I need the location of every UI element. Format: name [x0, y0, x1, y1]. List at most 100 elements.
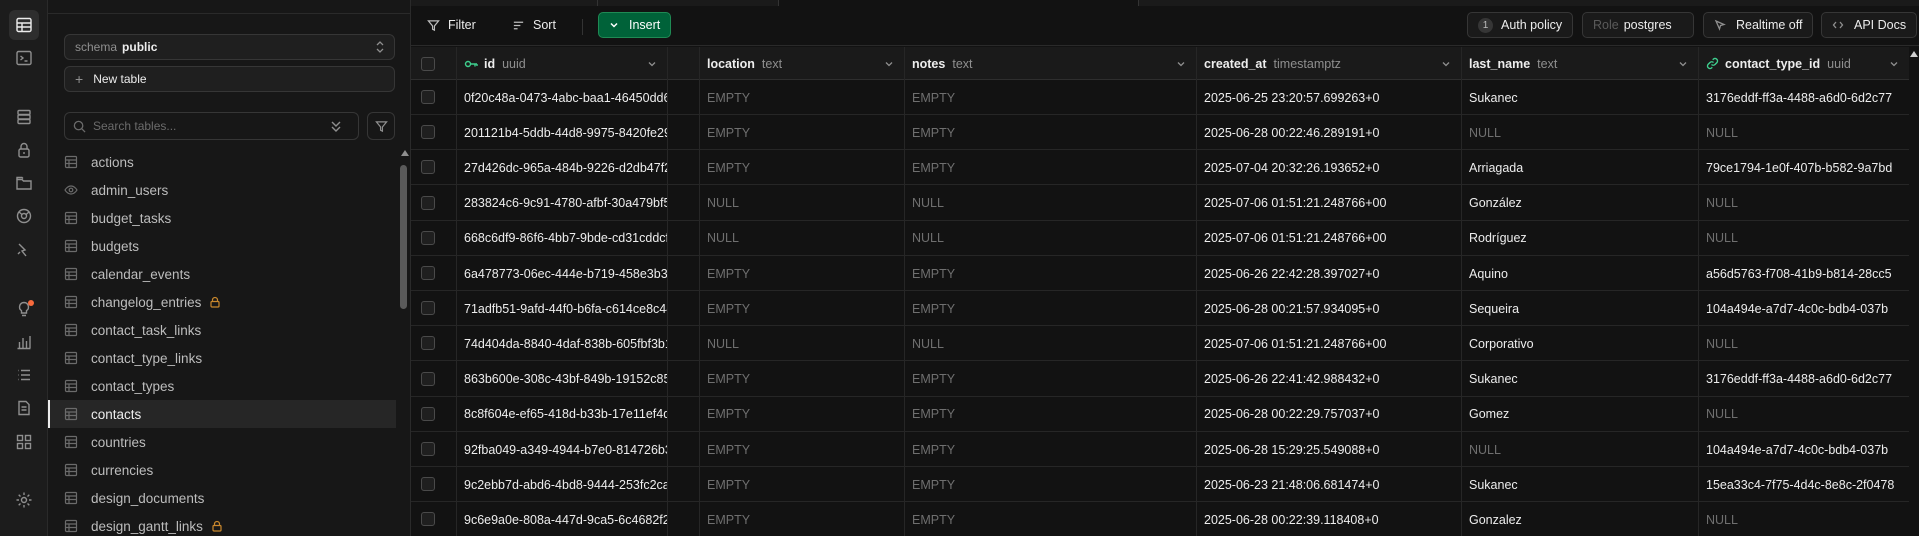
table-cell[interactable]: NULL [1698, 502, 1909, 536]
filter-tables-button[interactable] [367, 112, 395, 140]
table-row[interactable]: 0f20c48a-0473-4abc-baa1-46450dd68f8 EMPTY… [411, 80, 1909, 115]
row-checkbox[interactable] [421, 160, 435, 175]
table-cell[interactable]: 92fba049-a349-4944-b7e0-814726b31797 [456, 432, 667, 467]
table-cell[interactable]: Gonzalez [1461, 502, 1698, 536]
table-cell[interactable]: 2025-07-04 20:32:26.193652+0 [1196, 150, 1461, 185]
auth-icon[interactable] [9, 135, 39, 165]
table-cell[interactable]: González [1461, 186, 1698, 221]
table-cell[interactable]: NULL [1698, 186, 1909, 221]
table-cell[interactable]: EMPTY [699, 502, 904, 536]
table-cell[interactable]: 9c6e9a0e-808a-447d-9ca5-6c4682f261e [456, 502, 667, 536]
table-cell[interactable]: 2025-07-06 01:51:21.248766+00 [1196, 186, 1461, 221]
table-row[interactable]: 9c6e9a0e-808a-447d-9ca5-6c4682f261e EMPTY… [411, 502, 1909, 536]
table-cell[interactable]: 2025-06-23 21:48:06.681474+0 [1196, 467, 1461, 502]
grid-scrollbar[interactable] [1909, 47, 1919, 536]
table-cell[interactable]: 71adfb51-9afd-44f0-b6fa-c614ce8c44b0 [456, 291, 667, 326]
table-cell[interactable]: 6a478773-06ec-444e-b719-458e3b35bcb [456, 256, 667, 291]
row-checkbox[interactable] [421, 90, 435, 104]
sidebar-table-item[interactable]: calendar_events [48, 260, 396, 288]
sidebar-table-item[interactable]: contact_type_links [48, 344, 396, 372]
table-cell[interactable]: EMPTY [904, 256, 1196, 291]
table-cell[interactable]: NULL [699, 186, 904, 221]
table-cell[interactable]: EMPTY [699, 150, 904, 185]
sidebar-scrollbar[interactable] [399, 150, 409, 536]
sidebar-table-item[interactable]: countries [48, 428, 396, 456]
table-row[interactable]: 283824c6-9c91-4780-afbf-30a479bf58fd NULL… [411, 186, 1909, 221]
table-cell[interactable]: 863b600e-308c-43bf-849b-19152c85b30 [456, 362, 667, 397]
table-cell[interactable]: NULL [904, 326, 1196, 361]
table-cell[interactable]: 0f20c48a-0473-4abc-baa1-46450dd68f8 [456, 80, 667, 115]
table-cell[interactable]: 2025-06-25 23:20:57.699263+0 [1196, 80, 1461, 115]
table-cell[interactable]: EMPTY [904, 80, 1196, 115]
table-cell[interactable]: 2025-06-28 00:21:57.934095+0 [1196, 291, 1461, 326]
column-header-location[interactable]: location text [699, 47, 904, 80]
table-cell[interactable]: NULL [1698, 115, 1909, 150]
sidebar-table-item[interactable]: changelog_entries [48, 288, 396, 316]
table-cell[interactable]: 201121b4-5ddb-44d8-9975-8420fe299568 [456, 115, 667, 150]
table-cell[interactable]: EMPTY [699, 115, 904, 150]
row-checkbox[interactable] [421, 442, 435, 456]
table-cell[interactable]: Sequeira [1461, 291, 1698, 326]
schema-select[interactable]: schema public [64, 34, 395, 60]
row-checkbox[interactable] [421, 230, 435, 245]
insert-button[interactable]: Insert [598, 12, 671, 38]
table-row[interactable]: 6a478773-06ec-444e-b719-458e3b35bcb EMPTY… [411, 256, 1909, 291]
table-cell[interactable]: Rodríguez [1461, 221, 1698, 256]
edge-functions-icon[interactable] [9, 235, 39, 265]
chevron-down-icon[interactable] [1441, 59, 1451, 69]
table-cell[interactable]: Aquino [1461, 256, 1698, 291]
auth-policy-button[interactable]: 1 Auth policy [1467, 12, 1574, 38]
sidebar-table-item[interactable]: admin_users [48, 176, 396, 204]
table-cell[interactable]: EMPTY [699, 256, 904, 291]
sql-editor-icon[interactable] [9, 43, 39, 73]
row-checkbox[interactable] [421, 477, 435, 492]
column-header-contact_type_id[interactable]: contact_type_id uuid [1698, 47, 1909, 80]
chevron-down-icon[interactable] [1176, 59, 1186, 69]
row-checkbox[interactable] [421, 371, 435, 386]
table-cell[interactable]: EMPTY [904, 397, 1196, 432]
scroll-thumb[interactable] [400, 165, 407, 309]
table-cell[interactable]: EMPTY [904, 467, 1196, 502]
table-row[interactable]: 668c6df9-86f6-4bb7-9bde-cd31cddcf942 NULL… [411, 221, 1909, 256]
table-cell[interactable]: 2025-06-28 00:22:39.118408+0 [1196, 502, 1461, 536]
column-header-notes[interactable]: notes text [904, 47, 1196, 80]
table-cell[interactable]: Sukanec [1461, 362, 1698, 397]
column-header-id[interactable]: id uuid [456, 47, 667, 80]
table-cell[interactable]: a56d5763-f708-41b9-b814-28cc5 [1698, 256, 1909, 291]
reports-icon[interactable] [9, 327, 39, 357]
table-cell[interactable]: 668c6df9-86f6-4bb7-9bde-cd31cddcf942 [456, 221, 667, 256]
table-cell[interactable]: 27d426dc-965a-484b-9226-d2db47f2ad8 [456, 150, 667, 185]
sidebar-table-item[interactable]: budget_tasks [48, 204, 396, 232]
table-cell[interactable]: NULL [1461, 115, 1698, 150]
table-cell[interactable]: 3176eddf-ff3a-4488-a6d0-6d2c77 [1698, 362, 1909, 397]
sidebar-table-item[interactable]: actions [48, 148, 396, 176]
table-cell[interactable]: 2025-06-26 22:42:28.397027+0 [1196, 256, 1461, 291]
table-cell[interactable]: 2025-06-28 15:29:25.549088+0 [1196, 432, 1461, 467]
database-icon[interactable] [9, 102, 39, 132]
table-editor-icon[interactable] [9, 10, 39, 40]
column-header-created_at[interactable]: created_at timestamptz [1196, 47, 1461, 80]
table-cell[interactable]: NULL [1698, 326, 1909, 361]
table-cell[interactable]: 2025-06-28 00:22:29.757037+0 [1196, 397, 1461, 432]
search-tables-input[interactable]: Search tables... [64, 112, 359, 140]
table-cell[interactable]: 2025-07-06 01:51:21.248766+00 [1196, 221, 1461, 256]
table-cell[interactable]: 283824c6-9c91-4780-afbf-30a479bf58fd [456, 186, 667, 221]
table-cell[interactable]: EMPTY [904, 502, 1196, 536]
storage-icon[interactable] [9, 168, 39, 198]
row-checkbox[interactable] [421, 512, 435, 527]
table-row[interactable]: 8c8f604e-ef65-418d-b33b-17e11ef4d4c4 EMPT… [411, 397, 1909, 432]
chevron-down-icon[interactable] [647, 59, 657, 69]
table-cell[interactable]: 79ce1794-1e0f-407b-b582-9a7bd [1698, 150, 1909, 185]
table-row[interactable]: 74d404da-8840-4daf-838b-605fbf3b11dd NULL… [411, 326, 1909, 362]
row-checkbox[interactable] [421, 195, 435, 210]
table-cell[interactable]: 104a494e-a7d7-4c0c-bdb4-037b [1698, 291, 1909, 326]
table-cell[interactable]: EMPTY [699, 432, 904, 467]
filter-button[interactable]: Filter [419, 12, 484, 38]
realtime-icon[interactable] [9, 201, 39, 231]
table-cell[interactable]: EMPTY [904, 291, 1196, 326]
table-cell[interactable]: 2025-07-06 01:51:21.248766+00 [1196, 326, 1461, 361]
table-cell[interactable]: Sukanec [1461, 80, 1698, 115]
row-checkbox[interactable] [421, 266, 435, 280]
row-checkbox[interactable] [421, 406, 435, 421]
table-row[interactable]: 92fba049-a349-4944-b7e0-814726b31797 EMPT… [411, 432, 1909, 467]
